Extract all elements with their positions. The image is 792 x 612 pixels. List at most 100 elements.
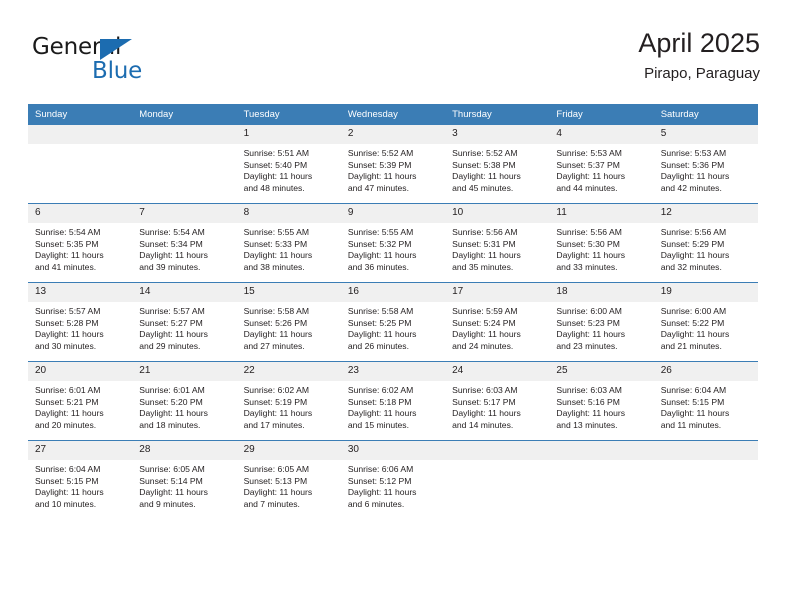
day-cell[interactable]: 5 Sunrise: 5:53 AM Sunset: 5:36 PM Daylight…: [653, 125, 758, 204]
daylight-line-2: and 32 minutes.: [660, 261, 722, 272]
sunrise-line: Sunrise: 6:00 AM: [660, 306, 727, 316]
day-cell[interactable]: 20 Sunrise: 6:01 AM Sunset: 5:21 PM Dayligh…: [28, 361, 133, 441]
day-cell[interactable]: 16 Sunrise: 5:58 AM Sunset: 5:25 PM Dayligh…: [340, 282, 446, 362]
calendar-body: 1 Sunrise: 5:51 AM Sunset: 5:40 PM Daylight…: [28, 125, 758, 519]
daylight-line-2: and 24 minutes.: [452, 340, 514, 351]
day-cell[interactable]: 18 Sunrise: 6:00 AM Sunset: 5:23 PM Dayligh…: [549, 282, 654, 362]
day-cell[interactable]: 23 Sunrise: 6:02 AM Sunset: 5:18 PM Dayligh…: [340, 361, 446, 441]
day-details: Sunrise: 5:57 AM Sunset: 5:27 PM Daylight:…: [132, 302, 236, 352]
day-cell[interactable]: 17 Sunrise: 5:59 AM Sunset: 5:24 PM Dayligh…: [445, 282, 550, 362]
weekday-header-monday: Monday: [132, 104, 237, 125]
sunset-line: Sunset: 5:34 PM: [139, 238, 203, 249]
day-cell[interactable]: 27 Sunrise: 6:04 AM Sunset: 5:15 PM Dayligh…: [28, 440, 133, 519]
daylight-line-1: Daylight: 11 hours: [660, 329, 730, 340]
day-cell[interactable]: 4 Sunrise: 5:53 AM Sunset: 5:37 PM Daylight…: [549, 125, 654, 204]
day-cell[interactable]: 30 Sunrise: 6:06 AM Sunset: 5:12 PM Dayligh…: [340, 440, 446, 519]
day-cell[interactable]: 14 Sunrise: 5:57 AM Sunset: 5:27 PM Dayligh…: [132, 282, 237, 362]
daylight-line-1: Daylight: 11 hours: [660, 250, 730, 261]
day-details: Sunrise: 6:04 AM Sunset: 5:15 PM Daylight:…: [654, 381, 758, 431]
day-cell[interactable]: [653, 440, 758, 519]
calendar-header-row-group: Sunday Monday Tuesday Wednesday Thursday…: [28, 104, 758, 125]
day-details: [445, 460, 549, 464]
weekday-header-row: Sunday Monday Tuesday Wednesday Thursday…: [28, 104, 758, 125]
day-cell[interactable]: 3 Sunrise: 5:52 AM Sunset: 5:38 PM Daylight…: [445, 125, 550, 204]
day-number: 3: [445, 125, 550, 144]
daylight-line-1: Daylight: 11 hours: [139, 408, 208, 419]
sunrise-sunset-calendar-table: Sunday Monday Tuesday Wednesday Thursday…: [28, 104, 758, 519]
day-cell[interactable]: 9 Sunrise: 5:55 AM Sunset: 5:32 PM Daylight…: [340, 203, 446, 283]
sunset-line: Sunset: 5:40 PM: [243, 159, 308, 170]
general-blue-logo[interactable]: General Blue: [32, 34, 172, 86]
day-cell[interactable]: 2 Sunrise: 5:52 AM Sunset: 5:39 PM Daylight…: [340, 125, 446, 204]
sunset-line: Sunset: 5:28 PM: [35, 317, 99, 328]
day-cell[interactable]: 28 Sunrise: 6:05 AM Sunset: 5:14 PM Dayligh…: [132, 440, 237, 519]
sunset-line: Sunset: 5:31 PM: [452, 238, 516, 249]
day-details: Sunrise: 5:54 AM Sunset: 5:35 PM Daylight:…: [28, 223, 132, 273]
sunset-line: Sunset: 5:21 PM: [35, 396, 99, 407]
day-cell[interactable]: 12 Sunrise: 5:56 AM Sunset: 5:29 PM Dayligh…: [653, 203, 758, 283]
daylight-line-2: and 13 minutes.: [556, 419, 618, 430]
day-cell[interactable]: 8 Sunrise: 5:55 AM Sunset: 5:33 PM Daylight…: [236, 203, 341, 283]
day-cell[interactable]: [132, 125, 237, 204]
day-number: 25: [549, 362, 654, 381]
week-row: 1 Sunrise: 5:51 AM Sunset: 5:40 PM Daylight…: [28, 125, 758, 204]
sunrise-line: Sunrise: 6:00 AM: [556, 306, 622, 316]
daylight-line-2: and 42 minutes.: [660, 182, 722, 193]
day-cell[interactable]: 10 Sunrise: 5:56 AM Sunset: 5:31 PM Dayligh…: [445, 203, 550, 283]
day-details: Sunrise: 6:02 AM Sunset: 5:18 PM Daylight:…: [341, 381, 445, 431]
day-number: 21: [132, 362, 237, 381]
daylight-line-2: and 29 minutes.: [139, 340, 201, 351]
day-number: 7: [132, 204, 237, 223]
sunset-line: Sunset: 5:38 PM: [452, 159, 516, 170]
daylight-line-1: Daylight: 11 hours: [452, 329, 521, 340]
day-cell[interactable]: 11 Sunrise: 5:56 AM Sunset: 5:30 PM Dayligh…: [549, 203, 654, 283]
day-number: 13: [28, 283, 133, 302]
daylight-line-2: and 26 minutes.: [347, 340, 409, 351]
day-number: 18: [549, 283, 654, 302]
sunrise-line: Sunrise: 5:55 AM: [347, 227, 414, 237]
daylight-line-1: Daylight: 11 hours: [347, 408, 417, 419]
day-cell[interactable]: 13 Sunrise: 5:57 AM Sunset: 5:28 PM Dayligh…: [28, 282, 133, 362]
sunrise-line: Sunrise: 6:01 AM: [35, 385, 101, 395]
day-cell[interactable]: 19 Sunrise: 6:00 AM Sunset: 5:22 PM Dayligh…: [653, 282, 758, 362]
day-details: Sunrise: 6:03 AM Sunset: 5:17 PM Daylight:…: [445, 381, 549, 431]
day-cell[interactable]: 29 Sunrise: 6:05 AM Sunset: 5:13 PM Dayligh…: [236, 440, 341, 519]
daylight-line-2: and 23 minutes.: [556, 340, 618, 351]
logo-triangle-icon: [100, 39, 132, 60]
day-number: 6: [28, 204, 133, 223]
day-cell[interactable]: 24 Sunrise: 6:03 AM Sunset: 5:17 PM Dayligh…: [445, 361, 550, 441]
daylight-line-1: Daylight: 11 hours: [452, 171, 521, 182]
day-number: [28, 125, 133, 144]
day-cell[interactable]: 25 Sunrise: 6:03 AM Sunset: 5:16 PM Dayligh…: [549, 361, 654, 441]
weekday-header-saturday: Saturday: [653, 104, 758, 125]
day-details: Sunrise: 6:01 AM Sunset: 5:20 PM Daylight:…: [132, 381, 236, 431]
day-cell[interactable]: 22 Sunrise: 6:02 AM Sunset: 5:19 PM Dayligh…: [236, 361, 341, 441]
daylight-line-1: Daylight: 11 hours: [243, 171, 313, 182]
day-cell[interactable]: 15 Sunrise: 5:58 AM Sunset: 5:26 PM Dayligh…: [236, 282, 341, 362]
day-cell[interactable]: [28, 125, 133, 204]
day-cell[interactable]: 26 Sunrise: 6:04 AM Sunset: 5:15 PM Dayligh…: [653, 361, 758, 441]
daylight-line-1: Daylight: 11 hours: [556, 329, 626, 340]
daylight-line-1: Daylight: 11 hours: [139, 250, 208, 261]
daylight-line-1: Daylight: 11 hours: [139, 329, 208, 340]
daylight-line-1: Daylight: 11 hours: [347, 487, 417, 498]
day-details: Sunrise: 5:55 AM Sunset: 5:32 PM Daylight:…: [341, 223, 445, 273]
day-cell[interactable]: 7 Sunrise: 5:54 AM Sunset: 5:34 PM Daylight…: [132, 203, 237, 283]
weekday-header-sunday: Sunday: [28, 104, 133, 125]
day-number: 19: [653, 283, 758, 302]
day-number: 11: [549, 204, 654, 223]
daylight-line-2: and 15 minutes.: [347, 419, 409, 430]
sunset-line: Sunset: 5:36 PM: [660, 159, 725, 170]
day-cell[interactable]: 21 Sunrise: 6:01 AM Sunset: 5:20 PM Dayligh…: [132, 361, 237, 441]
daylight-line-2: and 30 minutes.: [35, 340, 97, 351]
sunset-line: Sunset: 5:26 PM: [243, 317, 308, 328]
sunrise-line: Sunrise: 5:54 AM: [35, 227, 101, 237]
calendar-page: General Blue April 2025 Pirapo, Paraguay…: [0, 0, 792, 612]
day-cell[interactable]: 6 Sunrise: 5:54 AM Sunset: 5:35 PM Daylight…: [28, 203, 133, 283]
day-cell[interactable]: [445, 440, 550, 519]
day-cell[interactable]: 1 Sunrise: 5:51 AM Sunset: 5:40 PM Daylight…: [236, 125, 341, 204]
sunrise-line: Sunrise: 5:54 AM: [139, 227, 205, 237]
day-number: 8: [236, 204, 341, 223]
day-cell[interactable]: [549, 440, 654, 519]
day-number: 27: [28, 441, 133, 460]
